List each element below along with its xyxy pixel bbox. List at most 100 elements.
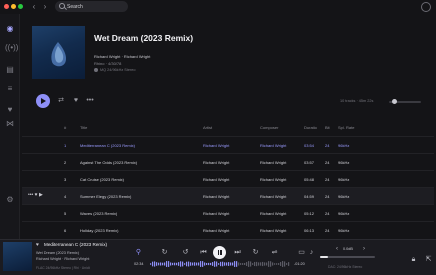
track-duration: 03:54 [304, 143, 315, 148]
now-playing-cover[interactable] [3, 242, 32, 271]
minimize-window-button[interactable] [11, 4, 16, 9]
track-sample-rate: 96kHz [338, 228, 350, 233]
playlist-icon[interactable]: ≡ [5, 84, 15, 94]
queue-icon[interactable]: ⇌ [270, 248, 279, 257]
row-play-icon[interactable]: ▶ [39, 192, 43, 198]
dac-output: DAC: 24/96kHz Stereo [328, 265, 363, 269]
table-row[interactable]: 6 Holiday (2023 Remix) Richard Wright Ri… [22, 221, 434, 238]
gain-increase-button[interactable]: › [361, 246, 367, 252]
rewind-icon[interactable]: ↺ [181, 248, 190, 257]
heart-icon[interactable]: ♥ [5, 105, 15, 115]
track-sample-rate: 96kHz [338, 160, 350, 165]
track-bits: 24 [325, 160, 330, 165]
row-more-icon[interactable]: ••• [28, 192, 33, 198]
track-bits: 24 [325, 211, 330, 216]
search-box[interactable] [55, 1, 128, 12]
track-artist[interactable]: Richard Wright [203, 211, 229, 216]
track-composer: Richard Wright [260, 160, 287, 165]
track-title: Against The Odds (2023 Remix) [80, 160, 138, 165]
waveform-seekbar[interactable] [150, 259, 290, 269]
previous-icon[interactable]: ⏮ [199, 248, 208, 257]
repeat-icon[interactable]: ↻ [160, 248, 169, 257]
track-number: 6 [64, 228, 67, 233]
equalizer-icon[interactable]: ⚲ [134, 248, 143, 257]
zoom-slider-thumb[interactable] [392, 99, 397, 104]
track-number: 3 [64, 177, 67, 182]
track-artist[interactable]: Richard Wright [203, 160, 229, 165]
elapsed-time: 02:34 [134, 262, 144, 266]
back-icon[interactable]: ‹ [29, 2, 39, 12]
column-header-artist[interactable]: Artist [203, 125, 212, 130]
track-bits: 24 [325, 228, 330, 233]
next-icon[interactable]: ⏭ [233, 248, 242, 257]
track-duration: 05:12 [304, 211, 315, 216]
table-row[interactable]: 5 Waves (2023 Remix) Richard Wright Rich… [22, 204, 434, 221]
library-icon[interactable]: ▤ [5, 65, 15, 75]
network-icon[interactable]: ⋈ [5, 119, 15, 129]
now-playing-title[interactable]: Mediterranean C (2023 Remix) [44, 242, 107, 247]
track-sample-rate: 96kHz [338, 143, 350, 148]
volume-slider-fill[interactable] [320, 256, 328, 258]
track-composer: Richard Wright [260, 143, 287, 148]
track-title: Cat Cruise (2023 Remix) [80, 177, 125, 182]
track-title: Summer Elegy (2023 Remix) [80, 194, 132, 199]
settings-icon[interactable]: ⚙ [5, 195, 15, 205]
search-icon [59, 3, 65, 9]
track-title: Mediterranean C (2023 Remix) [80, 143, 135, 148]
external-device-icon[interactable]: ⇱ [424, 255, 433, 264]
pause-button[interactable] [213, 246, 226, 259]
column-header-composer[interactable]: Composer [260, 125, 278, 130]
account-icon[interactable] [421, 2, 431, 12]
now-playing-heart-icon[interactable]: ♥ [36, 242, 39, 248]
tracks-info: 10 tracks · 45m 22s [340, 99, 374, 103]
track-number: 1 [64, 143, 67, 148]
close-window-button[interactable] [4, 4, 9, 9]
volume-icon[interactable]: ♪ [307, 248, 316, 257]
volume-slider[interactable] [320, 256, 375, 258]
maximize-window-button[interactable] [18, 4, 23, 9]
track-composer: Richard Wright [260, 194, 287, 199]
lock-icon[interactable]: 🔒︎ [409, 255, 418, 264]
column-header-title[interactable]: Title [80, 125, 87, 130]
forward-icon[interactable]: › [40, 2, 50, 12]
track-sample-rate: 96kHz [338, 194, 350, 199]
track-bits: 24 [325, 177, 330, 182]
track-artist[interactable]: Richard Wright [203, 143, 229, 148]
play-album-button[interactable] [36, 94, 50, 108]
track-artist[interactable]: Richard Wright [203, 177, 229, 182]
album-artist[interactable]: Richard Wright · Richard Wright [94, 54, 150, 59]
track-number: 2 [64, 160, 67, 165]
track-artist[interactable]: Richard Wright [203, 194, 229, 199]
search-input[interactable] [67, 2, 125, 11]
track-sample-rate: 96kHz [338, 177, 350, 182]
lyrics-icon[interactable]: ▭ [297, 248, 306, 257]
more-icon[interactable]: ••• [86, 97, 94, 105]
gain-decrease-button[interactable]: ‹ [334, 246, 340, 252]
gain-value: 0.0dB [343, 247, 353, 251]
table-row[interactable]: 3 Cat Cruise (2023 Remix) Richard Wright… [22, 170, 434, 187]
home-icon[interactable]: ◉ [5, 24, 15, 34]
table-row[interactable]: ••• ♥ ▶ 4 Summer Elegy (2023 Remix) Rich… [22, 187, 434, 204]
track-artist[interactable]: Richard Wright [203, 228, 229, 233]
album-format: MQ 24/96kHz Stereo [94, 68, 135, 72]
now-playing-format: FLAC 24/96kHz Stereo | Rhi · Unidt [36, 266, 90, 270]
now-playing-artist[interactable]: Richard Wright · Richard Wright [36, 257, 89, 261]
shuffle-icon[interactable]: ⇄ [57, 97, 65, 105]
track-sample-rate: 96kHz [338, 211, 350, 216]
row-actions: ••• ♥ ▶ [28, 192, 43, 198]
row-heart-icon[interactable]: ♥ [35, 192, 38, 198]
track-title: Holiday (2023 Remix) [80, 228, 119, 233]
column-header-bits[interactable]: Bit [325, 125, 330, 130]
track-bits: 24 [325, 143, 330, 148]
table-row[interactable]: 1 Mediterranean C (2023 Remix) Richard W… [22, 136, 434, 153]
column-header-sample-rate[interactable]: Spl. Rate [338, 125, 354, 130]
table-row[interactable]: 2 Against The Odds (2023 Remix) Richard … [22, 153, 434, 170]
now-playing-album[interactable]: Wet Dream (2023 Remix) [36, 251, 79, 255]
column-header-duration[interactable]: Duratio [304, 125, 317, 130]
forward-30-icon[interactable]: ↻ [251, 248, 260, 257]
track-composer: Richard Wright [260, 177, 287, 182]
column-header-number[interactable]: # [64, 125, 66, 130]
radio-icon[interactable]: ((•)) [5, 43, 18, 53]
track-number: 5 [64, 211, 67, 216]
favorite-icon[interactable]: ♥ [72, 97, 80, 105]
